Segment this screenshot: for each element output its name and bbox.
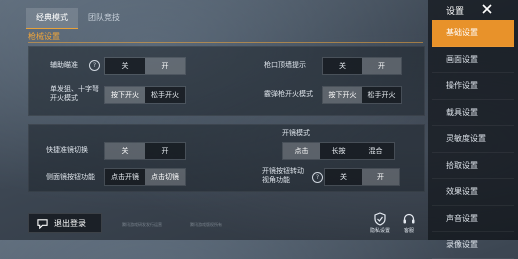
headset-icon bbox=[403, 213, 415, 224]
sidebar-menu: 基础设置 画面设置 操作设置 载具设置 灵敏度设置 拾取设置 效果设置 声音设置… bbox=[432, 20, 514, 259]
scope-turn-off[interactable]: 关 bbox=[325, 169, 362, 185]
shotgun-press-fire[interactable]: 按下开火 bbox=[323, 87, 362, 103]
side-scope-open[interactable]: 点击开镜 bbox=[105, 169, 145, 185]
scope-turn-help-icon[interactable]: ? bbox=[312, 172, 323, 183]
scope-mode-toggle: 点击 长按 混合 bbox=[282, 142, 395, 160]
settings-sidebar: 设置 基础设置 画面设置 操作设置 载具设置 灵敏度设置 拾取设置 效果设置 声… bbox=[428, 0, 518, 259]
scope-mode-hold[interactable]: 长按 bbox=[320, 143, 357, 159]
copyright-text-1: 腾讯游戏研发发行运营 bbox=[122, 222, 162, 227]
sidebar-item-vehicle[interactable]: 载具设置 bbox=[432, 100, 514, 126]
side-scope-switch[interactable]: 点击切镜 bbox=[145, 169, 185, 185]
tab-classic[interactable]: 经典模式 bbox=[26, 8, 78, 29]
sidebar-item-sensitivity[interactable]: 灵敏度设置 bbox=[432, 126, 514, 153]
sidebar-item-pickup[interactable]: 拾取设置 bbox=[432, 153, 514, 179]
aim-assist-help-icon[interactable]: ? bbox=[89, 60, 100, 71]
aim-assist-label: 辅助瞄准 bbox=[50, 61, 78, 69]
side-scope-label: 侧面镜按钮功能 bbox=[46, 173, 95, 181]
scope-mode-label: 开镜模式 bbox=[282, 129, 310, 137]
privacy-settings-label: 隐私设置 bbox=[369, 228, 390, 234]
tab-team-deathmatch[interactable]: 团队竞技 bbox=[78, 8, 130, 28]
quick-scope-toggle: 关 开 bbox=[104, 142, 186, 160]
single-burst-press-fire[interactable]: 按下开火 bbox=[105, 87, 145, 103]
section-title: 枪械设置 bbox=[28, 32, 60, 41]
mode-tabs: 经典模式 团队竞技 bbox=[26, 8, 130, 29]
aim-assist-toggle: 关 开 bbox=[104, 57, 186, 75]
sidebar-item-sound[interactable]: 声音设置 bbox=[432, 206, 514, 232]
copyright-text-2: 腾讯游戏版权所有 bbox=[190, 222, 222, 227]
shotgun-fire-toggle: 按下开火 松手开火 bbox=[322, 86, 402, 104]
single-burst-label: 单发狙、十字弩开火模式 bbox=[50, 85, 99, 102]
muzzle-hint-off[interactable]: 关 bbox=[323, 58, 362, 74]
scope-mode-mixed[interactable]: 混合 bbox=[357, 143, 394, 159]
single-burst-fire-toggle: 按下开火 松手开火 bbox=[104, 86, 186, 104]
customer-service-button[interactable]: 客服 bbox=[395, 212, 423, 234]
sidebar-item-effects[interactable]: 效果设置 bbox=[432, 179, 514, 206]
chat-bubble-icon bbox=[37, 218, 48, 229]
aim-assist-off[interactable]: 关 bbox=[105, 58, 145, 74]
sidebar-item-graphics[interactable]: 画面设置 bbox=[432, 47, 514, 73]
muzzle-hint-on[interactable]: 开 bbox=[362, 58, 401, 74]
quick-scope-off[interactable]: 关 bbox=[105, 143, 145, 159]
logout-button[interactable]: 退出登录 bbox=[28, 213, 102, 233]
privacy-settings-button[interactable]: 隐私设置 bbox=[366, 212, 394, 234]
single-burst-release-fire[interactable]: 松手开火 bbox=[145, 87, 185, 103]
shield-icon bbox=[374, 212, 386, 226]
sidebar-title: 设置 bbox=[446, 7, 465, 17]
quick-scope-label: 快捷准镜切换 bbox=[46, 146, 88, 154]
side-scope-toggle: 点击开镜 点击切镜 bbox=[104, 168, 186, 186]
muzzle-hint-label: 枪口顶墙提示 bbox=[264, 61, 306, 69]
scope-turn-toggle: 关 开 bbox=[324, 168, 400, 186]
section-divider bbox=[28, 42, 423, 43]
sidebar-item-basic[interactable]: 基础设置 bbox=[432, 20, 514, 47]
muzzle-hint-toggle: 关 开 bbox=[322, 57, 402, 75]
scope-turn-label: 开镜按钮转动视角功能 bbox=[262, 167, 304, 184]
logout-label: 退出登录 bbox=[54, 218, 86, 228]
quick-scope-on[interactable]: 开 bbox=[145, 143, 185, 159]
shotgun-release-fire[interactable]: 松手开火 bbox=[362, 87, 401, 103]
shotgun-fire-label: 霰弹枪开火模式 bbox=[264, 90, 313, 98]
close-icon[interactable] bbox=[480, 2, 494, 16]
settings-screen: 经典模式 团队竞技 枪械设置 辅助瞄准 ? 关 开 单发狙、十字弩开火模式 按下… bbox=[0, 0, 518, 259]
sidebar-item-controls[interactable]: 操作设置 bbox=[432, 73, 514, 100]
scope-mode-tap[interactable]: 点击 bbox=[283, 143, 320, 159]
scope-turn-on[interactable]: 开 bbox=[362, 169, 399, 185]
customer-service-label: 客服 bbox=[403, 228, 414, 234]
sidebar-item-replay[interactable]: 录像设置 bbox=[432, 232, 514, 259]
aim-assist-on[interactable]: 开 bbox=[145, 58, 185, 74]
